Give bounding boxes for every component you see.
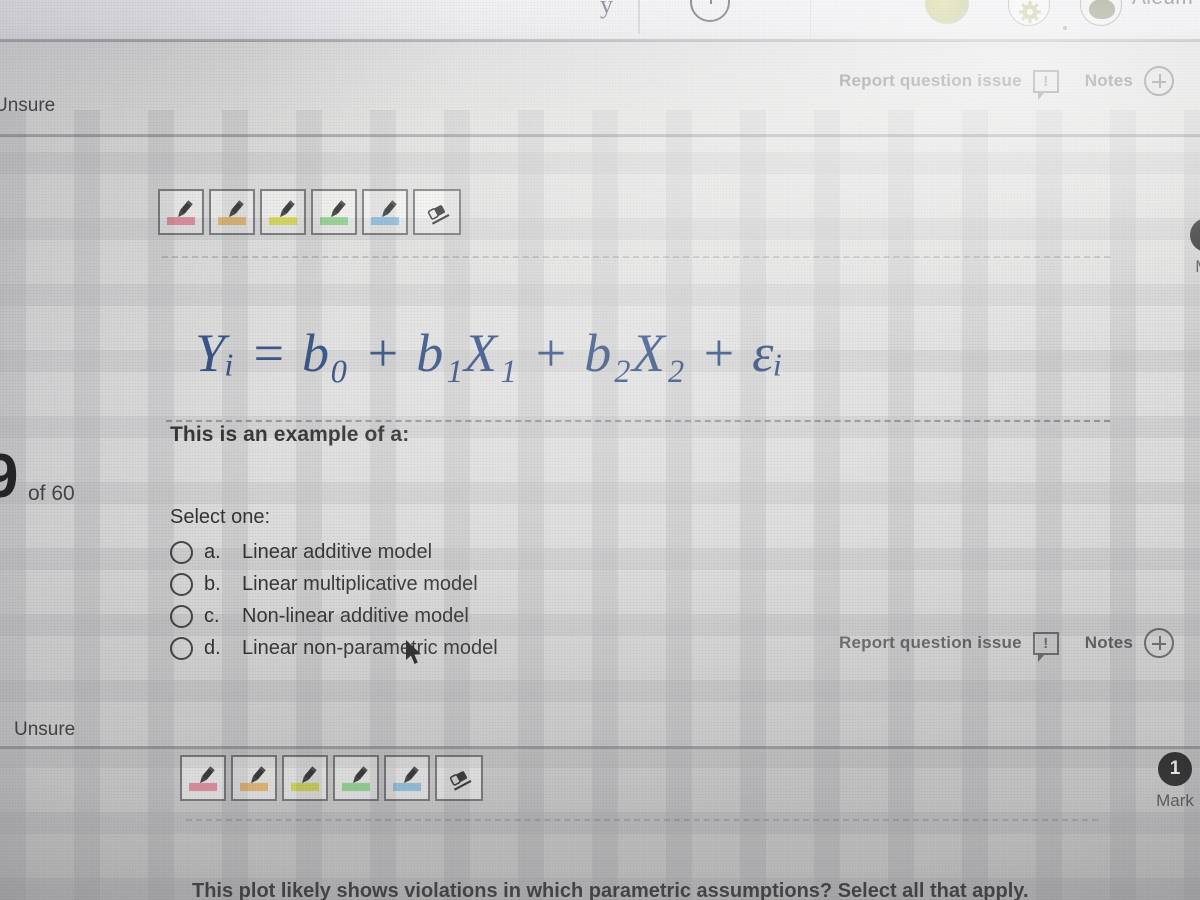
highlighter-yellow-button-next[interactable] — [282, 755, 328, 801]
highlighter-red-swatch — [167, 217, 195, 225]
plus-circle-icon — [1144, 628, 1174, 658]
unsure-label-prev: Unsure — [0, 95, 56, 116]
option-d-text: Linear non-parametric model — [242, 636, 498, 659]
report-question-issue-button[interactable]: Report question issue ! — [839, 631, 1059, 662]
quiz-app-body: Report question issue ! Notes Unsure 9 o… — [0, 39, 1200, 900]
question-stem: This is an example of a: — [170, 423, 410, 446]
question-equation: Yᵢ = b₀ + b₁X₁ + b₂X₂ + εᵢ — [195, 322, 784, 384]
option-b-letter: b. — [204, 572, 221, 595]
highlighter-orange-swatch — [218, 217, 246, 225]
question-count-label: of 60 — [28, 482, 75, 505]
option-b-text: Linear multiplicative model — [242, 572, 478, 595]
current-question-actions: Report question issue ! Notes — [839, 628, 1174, 662]
notes-button-prev[interactable]: Notes — [1085, 66, 1174, 96]
user-name-label: Aleum — [1132, 0, 1193, 10]
divider-dashed-upper — [162, 256, 1110, 258]
radio-option-d[interactable] — [170, 636, 193, 660]
clock-icon — [690, 0, 730, 22]
mark-badge-current: Ma — [1172, 218, 1200, 277]
unsure-label: Unsure — [14, 719, 76, 740]
highlighter-yellow-button[interactable] — [260, 189, 306, 235]
report-question-issue-button-prev[interactable]: Report question issue ! — [839, 69, 1059, 100]
mark-label-next: Mark — [1156, 791, 1194, 810]
unsure-row[interactable]: Unsure — [0, 718, 75, 742]
notes-label: Notes — [1084, 633, 1133, 652]
mark-value-next: 1 — [1158, 752, 1192, 786]
highlighter-yellow-swatch-next — [291, 783, 319, 791]
highlighter-red-button[interactable] — [158, 189, 204, 235]
chrome-dot — [1063, 26, 1067, 30]
highlighter-orange-button[interactable] — [209, 189, 255, 235]
divider-question-separator-bottom — [0, 746, 1200, 749]
option-a-text: Linear additive model — [242, 540, 433, 563]
option-d[interactable]: d. Linear non-parametric model — [170, 632, 498, 664]
equation-text: Yᵢ = b₀ + b₁X₁ + b₂X₂ + εᵢ — [195, 323, 784, 383]
divider-question-separator-top — [0, 134, 1200, 137]
chrome-logo-blob — [925, 0, 969, 24]
highlighter-red-swatch-next — [189, 783, 217, 791]
option-d-letter: d. — [204, 636, 221, 659]
notes-button[interactable]: Notes — [1085, 628, 1174, 658]
highlighter-toolbar-next — [180, 755, 483, 801]
radio-option-b[interactable] — [170, 572, 193, 596]
screen-photo: y Report question issue ! Notes Unsure 9… — [0, 0, 1200, 900]
mark-badge-next: 1 Mark — [1140, 752, 1200, 811]
chrome-divider — [638, 0, 640, 34]
answer-options: a. Linear additive model b. Linear multi… — [170, 536, 498, 664]
mark-value-current — [1190, 218, 1200, 252]
mouse-cursor — [405, 640, 425, 671]
highlighter-blue-button-next[interactable] — [384, 755, 430, 801]
browser-chrome-strip: y — [0, 0, 1200, 42]
highlighter-red-button-next[interactable] — [180, 755, 226, 801]
highlighter-green-button-next[interactable] — [333, 755, 379, 801]
question-number: 9 — [0, 442, 18, 511]
highlighter-green-swatch-next — [342, 783, 370, 791]
notes-label: Notes — [1084, 71, 1133, 90]
highlighter-blue-swatch-next — [393, 783, 421, 791]
plus-circle-icon — [1144, 66, 1174, 96]
previous-question-actions: Report question issue ! Notes — [839, 66, 1174, 100]
mark-label-current: Ma — [1172, 257, 1200, 277]
gear-icon[interactable] — [1008, 0, 1050, 26]
option-a[interactable]: a. Linear additive model — [170, 536, 498, 568]
radio-option-a[interactable] — [170, 540, 193, 564]
highlighter-green-button[interactable] — [311, 189, 357, 235]
option-c-letter: c. — [204, 604, 220, 627]
chrome-y-glyph: y — [600, 0, 613, 19]
radio-option-c[interactable] — [170, 604, 193, 628]
option-c-text: Non-linear additive model — [242, 604, 469, 627]
report-question-issue-label: Report question issue — [839, 71, 1022, 90]
next-question-stem: This plot likely shows violations in whi… — [192, 880, 1029, 900]
eraser-button-next[interactable] — [435, 755, 483, 801]
eraser-button[interactable] — [413, 189, 461, 235]
highlighter-orange-swatch-next — [240, 783, 268, 791]
highlighter-toolbar — [158, 189, 461, 235]
option-a-letter: a. — [204, 540, 221, 563]
report-issue-icon: ! — [1032, 631, 1059, 662]
divider-dashed-lower — [166, 420, 1110, 422]
chrome-tab-divider — [810, 0, 811, 36]
highlighter-blue-swatch — [371, 217, 399, 225]
avatar[interactable] — [1080, 0, 1122, 26]
select-one-label: Select one: — [170, 506, 271, 528]
highlighter-yellow-swatch — [269, 217, 297, 225]
highlighter-blue-button[interactable] — [362, 189, 408, 235]
option-c[interactable]: c. Non-linear additive model — [170, 600, 498, 632]
highlighter-orange-button-next[interactable] — [231, 755, 277, 801]
report-question-issue-label: Report question issue — [839, 633, 1022, 652]
report-issue-icon: ! — [1032, 69, 1059, 100]
previous-question-footer: Report question issue ! Notes Unsure — [0, 42, 1200, 136]
highlighter-green-swatch — [320, 217, 348, 225]
divider-dashed-next — [186, 819, 1098, 821]
option-b[interactable]: b. Linear multiplicative model — [170, 568, 498, 600]
